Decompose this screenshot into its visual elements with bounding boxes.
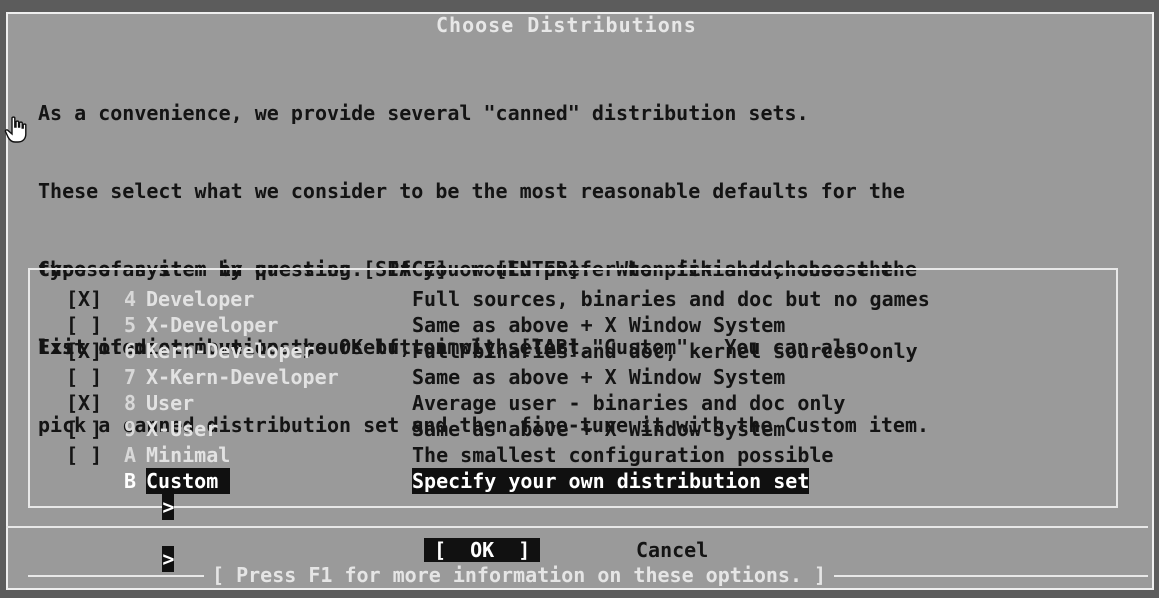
item-name: Minimal <box>146 443 231 467</box>
menu-item-x-developer[interactable]: [ ] 5 X-Developer Same as above + X Wind… <box>66 312 1106 338</box>
cancel-button[interactable]: Cancel <box>636 538 708 562</box>
checkbox[interactable]: [ ] <box>66 416 102 442</box>
item-description: Same as above + X Window System <box>412 417 786 441</box>
item-key: 6 <box>124 339 137 363</box>
item-description: Average user - binaries and doc only <box>412 391 846 415</box>
menu-item-minimal[interactable]: [ ] A Minimal The smallest configuration… <box>66 442 1106 468</box>
item-name: X-User <box>146 417 219 441</box>
item-name: X-Kern-Developer <box>146 365 339 389</box>
item-key: B <box>124 469 137 493</box>
item-name: Developer <box>146 287 255 311</box>
item-key: 8 <box>124 391 137 415</box>
distribution-menu: [X] 4 Developer Full sources, binaries a… <box>66 286 1106 572</box>
menu-item-x-kern-developer[interactable]: [ ] 7 X-Kern-Developer Same as above + X… <box>66 364 1106 390</box>
help-hint: [ Press F1 for more information on these… <box>204 563 835 587</box>
item-key: 9 <box>124 417 137 441</box>
item-key: 7 <box>124 365 137 389</box>
menu-item-x-user[interactable]: [ ] 9 X-User Same as above + X Window Sy… <box>66 416 1106 442</box>
hand-pointer-icon <box>4 116 27 143</box>
item-description: Full sources, binaries and doc but no ga… <box>412 287 930 311</box>
ok-button[interactable]: [ OK ] <box>424 538 541 562</box>
checkbox[interactable]: [ ] <box>66 364 102 390</box>
intro-line: As a convenience, we provide several "ca… <box>38 101 809 125</box>
dialog-title: Choose Distributions <box>430 14 703 36</box>
item-key: 5 <box>124 313 137 337</box>
item-name: User <box>146 391 195 415</box>
menu-item-developer[interactable]: [X] 4 Developer Full sources, binaries a… <box>66 286 1106 312</box>
item-key: A <box>124 443 137 467</box>
chevron-right-icon: > <box>162 494 175 520</box>
item-name: X-Developer <box>146 313 279 337</box>
checkbox[interactable]: [X] <box>66 286 102 312</box>
checkbox[interactable]: [ ] <box>66 442 102 468</box>
chevron-right-icon: > <box>162 546 175 572</box>
item-key: 4 <box>124 287 137 311</box>
item-description: Full binaries and doc, kernel sources on… <box>412 339 918 363</box>
menu-item-kern-developer[interactable]: [X] 6 Kern-Developer Full binaries and d… <box>66 338 1106 364</box>
menu-item-custom[interactable]: > > B Custom Specify your own distributi… <box>66 468 1106 572</box>
terminal-screen: Choose Distributions As a convenience, w… <box>0 0 1159 598</box>
item-description: The smallest configuration possible <box>412 443 834 467</box>
item-description: Same as above + X Window System <box>412 365 786 389</box>
menu-item-user[interactable]: [X] 8 User Average user - binaries and d… <box>66 390 1106 416</box>
item-description: Specify your own distribution set <box>412 468 810 494</box>
intro-line: These select what we consider to be the … <box>38 179 905 203</box>
item-name: Custom <box>146 468 231 494</box>
item-description: Same as above + X Window System <box>412 313 786 337</box>
checkbox[interactable]: [X] <box>66 390 102 416</box>
checkbox[interactable]: [X] <box>66 338 102 364</box>
item-name: Kern-Developer <box>146 339 315 363</box>
checkbox[interactable]: [ ] <box>66 312 102 338</box>
button-divider <box>6 526 1148 528</box>
